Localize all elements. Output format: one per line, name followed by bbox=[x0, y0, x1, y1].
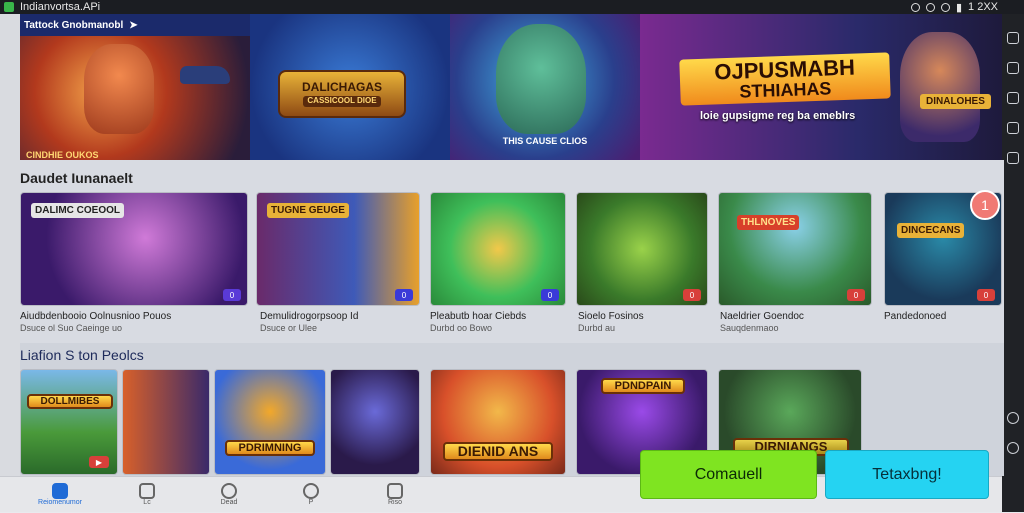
card-subtitle: Dsuce or Ulee bbox=[260, 323, 318, 333]
gamepad-icon[interactable] bbox=[1007, 442, 1019, 454]
notification-badge[interactable]: 1 bbox=[970, 190, 1000, 220]
hero-badge: DINALOHES bbox=[920, 94, 991, 109]
app-title: Indianvortsa.APi bbox=[20, 1, 101, 13]
hero-monster bbox=[496, 24, 586, 134]
card-logo: DALIMC COEOOL bbox=[31, 203, 124, 218]
location-icon bbox=[940, 2, 950, 12]
status-bar: Indianvortsa.APi ▮ 1 2XX bbox=[0, 0, 1024, 14]
game-card[interactable]: TUGNE GEUGE 0 bbox=[256, 192, 420, 306]
nav-label: Lc bbox=[143, 499, 151, 506]
hero-title: OJPUSMABH STHIAHAS bbox=[679, 52, 891, 106]
profile-icon bbox=[387, 483, 403, 499]
nav-label: Dead bbox=[220, 499, 238, 506]
card-badge: 0 bbox=[541, 289, 559, 301]
hero-character-left bbox=[84, 44, 154, 134]
card-subtitle: Sauqdenmaoo bbox=[720, 323, 779, 333]
card-badge: ▶ bbox=[89, 456, 109, 468]
keyboard-icon[interactable] bbox=[1007, 92, 1019, 104]
hero-character-right bbox=[900, 32, 980, 142]
card-title: Aiudbdenbooio Oolnusnioo Pouos bbox=[20, 311, 172, 322]
card-logo: PDRIMNING bbox=[225, 440, 315, 457]
gamepad-icon bbox=[139, 483, 155, 499]
right-toolbar bbox=[1002, 14, 1024, 512]
hero-topbar: Tattock Gnobmanobl ➤ bbox=[20, 14, 250, 36]
hero-panel-caption: CINDHIE OUKOS bbox=[26, 150, 99, 160]
card-logo: DIENID ANS bbox=[443, 442, 553, 462]
settings-icon[interactable] bbox=[1007, 152, 1019, 164]
users-icon bbox=[221, 483, 237, 499]
hero-center-caption: THIS CAUSE CLIOS bbox=[502, 136, 588, 146]
nav-label: Riso bbox=[387, 499, 402, 506]
location-icon[interactable] bbox=[1007, 412, 1019, 424]
nav-label: Reiomenumor bbox=[38, 499, 82, 506]
game-card[interactable]: DIENID ANS bbox=[430, 369, 566, 475]
hero-panel-left: CINDHIE OUKOS bbox=[20, 36, 250, 160]
secondary-action-button[interactable]: Tetaxbng! bbox=[825, 450, 989, 499]
hero-banner[interactable]: CINDHIE OUKOS Tattock Gnobmanobl ➤ DALIC… bbox=[20, 14, 1002, 160]
card-logo: TUGNE GEUGE bbox=[267, 203, 349, 218]
nav-label: P bbox=[308, 499, 314, 506]
hero-logo-line1: DALICHAGAS bbox=[302, 80, 382, 94]
left-edge bbox=[0, 14, 20, 476]
section-title: Daudet Iunanaelt bbox=[20, 170, 133, 186]
nav-home[interactable]: Reiomenumor bbox=[38, 483, 82, 513]
game-card[interactable]: 0 bbox=[576, 192, 708, 306]
nav-friends[interactable]: Dead bbox=[214, 483, 244, 513]
home-icon bbox=[52, 483, 68, 499]
hero-topbar-label: Tattock Gnobmanobl bbox=[24, 19, 124, 31]
card-title: Pleabutb hoar Ciebds bbox=[430, 311, 527, 322]
hero-panel-center: THIS CAUSE CLIOS bbox=[450, 14, 640, 160]
card-subtitle: Durbd oo Bowo bbox=[430, 323, 493, 333]
battery-icon: ▮ bbox=[955, 1, 963, 14]
card-logo: DINCECANS bbox=[897, 223, 965, 238]
spaceship-icon bbox=[180, 66, 230, 84]
game-card[interactable]: THLNOVES 0 bbox=[718, 192, 872, 306]
card-badge: 0 bbox=[395, 289, 413, 301]
featured-section: Daudet Iunanaelt DALIMC COEOOL 0 Aiudbde… bbox=[20, 160, 1004, 343]
game-card[interactable] bbox=[122, 369, 210, 475]
card-title: Naeldrier Goendoc bbox=[720, 311, 804, 322]
hero-logo-line2: CASSICOOL DIOE bbox=[303, 96, 381, 107]
card-badge: 0 bbox=[847, 289, 865, 301]
game-card[interactable]: DOLLMIBES ▶ bbox=[20, 369, 118, 475]
status-time: 1 2XX bbox=[968, 1, 998, 13]
nav-profile[interactable]: Riso bbox=[380, 483, 410, 513]
share-icon[interactable]: ➤ bbox=[129, 20, 137, 31]
card-badge: 0 bbox=[223, 289, 241, 301]
card-subtitle: Dsuce ol Suo Caeinge uo bbox=[20, 323, 123, 333]
card-title: Sioelo Fosinos bbox=[578, 311, 644, 322]
card-badge: 0 bbox=[683, 289, 701, 301]
card-logo: THLNOVES bbox=[737, 215, 800, 230]
search-icon bbox=[303, 483, 319, 499]
app-icon bbox=[4, 2, 14, 12]
game-card[interactable] bbox=[330, 369, 420, 475]
card-title: Pandedonoed bbox=[884, 311, 947, 322]
game-card[interactable]: DALIMC COEOOL 0 bbox=[20, 192, 248, 306]
hero-game-logo: DALICHAGAS CASSICOOL DIOE bbox=[278, 70, 406, 118]
screenshot-icon[interactable] bbox=[1007, 122, 1019, 134]
card-subtitle: Durbd au bbox=[578, 323, 616, 333]
expand-icon[interactable] bbox=[1007, 32, 1019, 44]
alarm-icon bbox=[925, 2, 935, 12]
hero-subtitle: loie gupsigme reg ba emeblrs bbox=[700, 110, 856, 122]
card-title: Demulidrogorpsoop Id bbox=[260, 311, 359, 322]
card-badge: 0 bbox=[977, 289, 995, 301]
nav-search[interactable]: P bbox=[296, 483, 326, 513]
sync-icon bbox=[910, 2, 920, 12]
primary-action-button[interactable]: Comauell bbox=[640, 450, 817, 499]
nav-games[interactable]: Lc bbox=[132, 483, 162, 513]
game-card[interactable]: 0 bbox=[430, 192, 566, 306]
card-logo: DOLLMIBES bbox=[27, 394, 113, 409]
section-title: Liafion S ton Peolcs bbox=[20, 347, 144, 363]
card-logo: PDNDPAIN bbox=[601, 378, 685, 395]
status-icons: ▮ 1 2XX bbox=[910, 0, 998, 14]
window-icon[interactable] bbox=[1007, 62, 1019, 74]
game-card[interactable]: PDRIMNING bbox=[214, 369, 326, 475]
